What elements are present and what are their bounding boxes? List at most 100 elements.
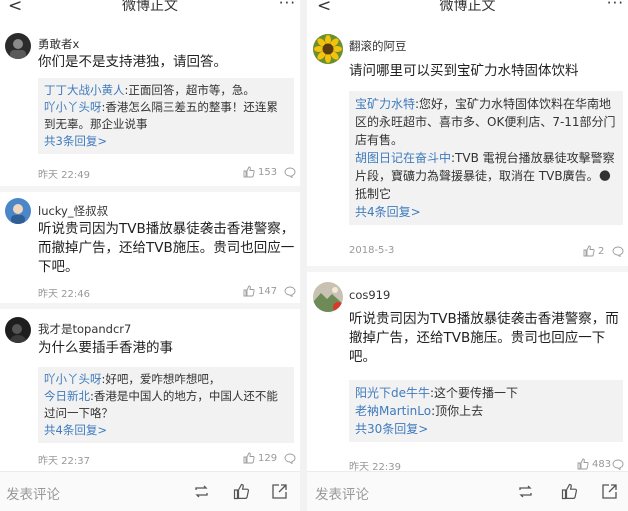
comment-time: 昨天 22:49 [38,170,90,181]
comment-separator [0,186,300,192]
reply-line: 宝矿力水特:您好，宝矿力水特固体饮料在华南地区的永旺超市、喜市多、OK便利店、7… [355,95,617,149]
reply-username[interactable]: 胡图日记在奋斗中 [355,151,451,165]
comment-icon[interactable] [284,453,296,464]
like-count: 2 [598,245,605,257]
reply-username[interactable]: 宝矿力水特 [355,97,415,111]
comment-username[interactable]: 翻滚的阿豆 [349,38,407,54]
reply-box: 吖小丫头呀:好吧，爱咋想咋想吧， 今日新北:香港是中国人的地方，中国人还不能过问… [38,367,294,443]
comment-username[interactable]: 勇敢者x [38,36,79,52]
comment-text: 请问哪里可以买到宝矿力水特固体饮料 [349,63,579,79]
comment-time: 昨天 22:37 [38,456,90,467]
more-replies-link[interactable]: 共4条回复> [44,422,288,439]
comment-time: 昨天 22:46 [38,289,90,300]
comment-input[interactable]: 发表评论 [6,483,60,503]
like-icon[interactable] [561,483,578,500]
reply-box: 丁丁大战小黄人:正面回答，超市等，急。 吖小丫头呀:香港怎么隔三差五的整事！还连… [38,78,294,154]
more-replies-count: 共30条回复 [355,422,419,436]
page-title: 微博正文 [439,0,496,14]
comment-text: 为什么要插手香港的事 [38,340,173,356]
reply-line: 吖小丫头呀:好吧，爱咋想咋想吧， [44,371,288,388]
like-count: 147 [258,285,278,297]
reply-line: 老衲MartinLo:顶你上去 [355,402,617,420]
comment-item: cos919 听说贵司因为TVB播放暴徒袭击香港警察，而撤掉广告，还给TVB施压… [307,282,628,473]
chevron-right-icon: > [418,422,429,436]
like-count: 153 [258,166,278,178]
chevron-right-icon: > [97,423,107,437]
reply-username[interactable]: 丁丁大战小黄人 [44,83,125,97]
sunflower-avatar-icon[interactable] [313,34,343,64]
comment-item: 我才是topandcr7 为什么要插手香港的事 吖小丫头呀:好吧，爱咋想咋想吧，… [0,317,300,467]
reply-box: 宝矿力水特:您好，宝矿力水特固体饮料在华南地区的永旺超市、喜市多、OK便利店、7… [349,91,623,225]
reply-text: :好吧，爱咋想咋想吧， [101,372,221,386]
user-avatar-icon[interactable] [313,282,343,312]
like-icon [583,245,595,257]
repost-icon[interactable] [517,483,534,500]
reply-text: :正面回答，超市等，急。 [124,83,255,97]
more-replies-count: 共4条回复 [355,205,411,219]
comment-item: 翻滚的阿豆 请问哪里可以买到宝矿力水特固体饮料 宝矿力水特:您好，宝矿力水特固体… [307,34,628,264]
like-icon [243,285,255,297]
like-icon[interactable] [233,483,250,500]
right-screen: < 微博正文 ··· 翻滚的阿豆 请问哪里可以买到宝矿力水特固体饮料 宝矿力水特… [307,0,628,511]
reply-username[interactable]: 阳光下de牛牛 [355,386,430,400]
share-icon[interactable] [271,483,288,500]
like-icon [243,452,255,464]
like-icon [577,458,589,470]
comment-input[interactable]: 发表评论 [315,483,369,503]
user-avatar-icon[interactable] [5,198,31,224]
reply-box: 阳光下de牛牛:这个要传播一下 老衲MartinLo:顶你上去 共30条回复> [349,380,623,442]
share-icon[interactable] [601,483,618,500]
comment-username[interactable]: lucky_怪叔叔 [38,203,108,219]
more-replies-link[interactable]: 共30条回复> [355,420,617,438]
comment-username[interactable]: 我才是topandcr7 [38,321,131,337]
reply-line: 胡图日记在奋斗中:TVB 電視台播放暴徒攻擊警察片段，寶礦力為聲援暴徒，取消在 … [355,149,617,203]
left-screen: < 微博正文 ··· 勇敢者x 你们是不是支持港独，请回答。 丁丁大战小黄人:正… [0,0,300,511]
more-replies-link[interactable]: 共3条回复> [44,133,288,150]
comment-time: 2018-5-3 [349,245,395,256]
more-icon[interactable]: ··· [279,0,296,12]
like-button[interactable]: 147 [243,285,277,297]
comment-icon[interactable] [284,167,296,178]
like-count: 129 [258,452,278,464]
more-replies-link[interactable]: 共4条回复> [355,203,617,221]
comment-text: 听说贵司因为TVB播放暴徒袭击香港警察，而撤掉广告，还给TVB施压。贵司也回应一… [349,311,619,365]
bottom-bar: 发表评论 [0,471,300,511]
reply-line: 吖小丫头呀:香港怎么隔三差五的整事！还连累到无辜。那企业说事 [44,99,288,133]
user-avatar-icon[interactable] [5,317,31,343]
like-button[interactable]: 153 [243,166,277,178]
reply-username[interactable]: 老衲MartinLo [355,404,431,418]
comment-text: 你们是不是支持港独，请回答。 [38,54,227,70]
comment-separator [0,303,300,309]
like-button[interactable]: 483 [577,458,611,470]
comment-icon[interactable] [612,246,624,257]
page-title: 微博正文 [122,0,178,14]
more-replies-count: 共4条回复 [44,423,98,437]
more-replies-count: 共3条回复 [44,134,98,148]
panel-divider [300,0,307,511]
like-button[interactable]: 129 [243,452,277,464]
reply-line: 丁丁大战小黄人:正面回答，超市等，急。 [44,82,288,99]
comment-icon[interactable] [612,459,624,470]
reply-line: 阳光下de牛牛:这个要传播一下 [355,384,617,402]
repost-icon[interactable] [193,483,210,500]
user-avatar-icon[interactable] [5,33,31,59]
reply-text: :这个要传播一下 [430,386,519,400]
more-icon[interactable]: ··· [607,0,624,12]
reply-username[interactable]: 吖小丫头呀 [44,372,102,386]
like-count: 483 [592,458,612,470]
chevron-right-icon: > [410,205,421,219]
reply-username[interactable]: 吖小丫头呀 [44,100,102,114]
comment-text: 听说贵司因为TVB播放暴徒袭击香港警察，而撤掉广告，还给TVB施压。贵司也回应一… [38,221,295,275]
comment-item: 勇敢者x 你们是不是支持港独，请回答。 丁丁大战小黄人:正面回答，超市等，急。 … [0,33,300,183]
like-button[interactable]: 2 [583,245,604,257]
reply-text: :顶你上去 [431,404,484,418]
bottom-bar: 发表评论 [307,471,628,511]
chevron-right-icon: > [97,134,107,148]
reply-line: 今日新北:香港是中国人的地方，中国人还不能过问一下咯？ [44,388,288,422]
comment-username[interactable]: cos919 [349,288,390,302]
comment-icon[interactable] [284,286,296,297]
reply-username[interactable]: 今日新北 [44,389,90,403]
comment-item: lucky_怪叔叔 听说贵司因为TVB播放暴徒袭击香港警察，而撤掉广告，还给TV… [0,198,300,300]
top-bar: < 微博正文 ··· [307,0,628,16]
comment-separator [307,266,628,272]
